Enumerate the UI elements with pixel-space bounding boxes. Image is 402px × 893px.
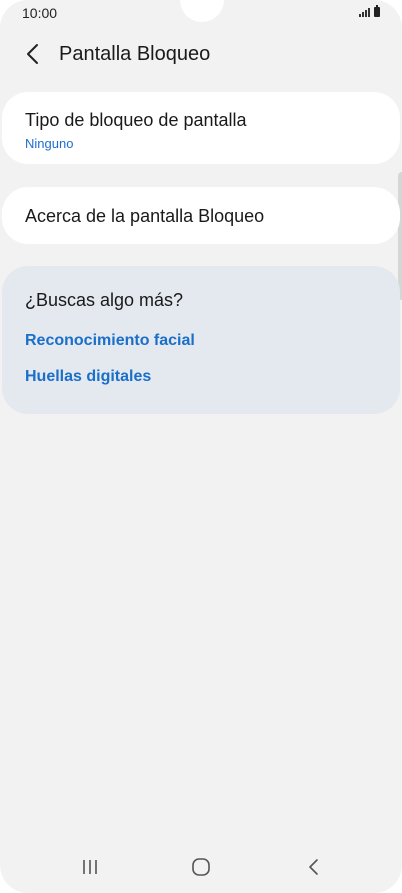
fingerprints-link[interactable]: Huellas digitales bbox=[25, 368, 151, 386]
about-lock-screen-item[interactable]: Acerca de la pantalla Bloqueo bbox=[2, 187, 400, 244]
scrollbar[interactable] bbox=[398, 172, 402, 300]
suggestions-card: ¿Buscas algo más? Reconocimiento facial … bbox=[2, 266, 400, 414]
lock-type-title: Tipo de bloqueo de pantalla bbox=[25, 110, 247, 130]
signal-icon bbox=[359, 7, 370, 17]
suggestions-title: ¿Buscas algo más? bbox=[25, 290, 184, 310]
home-button[interactable] bbox=[179, 849, 223, 885]
back-icon bbox=[309, 859, 318, 875]
page-title: Pantalla Bloqueo bbox=[59, 43, 211, 65]
chevron-left-icon bbox=[27, 44, 38, 64]
lock-type-value: Ninguno bbox=[25, 136, 74, 151]
status-time: 10:00 bbox=[22, 5, 58, 21]
navigation-bar bbox=[0, 841, 402, 893]
recents-button[interactable] bbox=[68, 849, 112, 885]
nav-back-button[interactable] bbox=[292, 849, 336, 885]
back-button[interactable] bbox=[20, 40, 50, 70]
lock-type-item[interactable]: Tipo de bloqueo de pantalla Ninguno bbox=[2, 92, 400, 164]
battery-icon bbox=[374, 5, 380, 17]
header: Pantalla Bloqueo bbox=[0, 40, 402, 70]
about-lock-screen-title: Acerca de la pantalla Bloqueo bbox=[25, 206, 265, 226]
recents-icon bbox=[83, 860, 97, 874]
camera-notch bbox=[180, 0, 224, 22]
status-bar: 10:00 bbox=[0, 0, 402, 26]
phone-screen: 10:00 Pantalla Bloqueo Tipo de bloqueo d… bbox=[0, 0, 402, 893]
status-icons bbox=[359, 5, 380, 17]
home-icon bbox=[192, 858, 210, 876]
face-recognition-link[interactable]: Reconocimiento facial bbox=[25, 332, 195, 350]
